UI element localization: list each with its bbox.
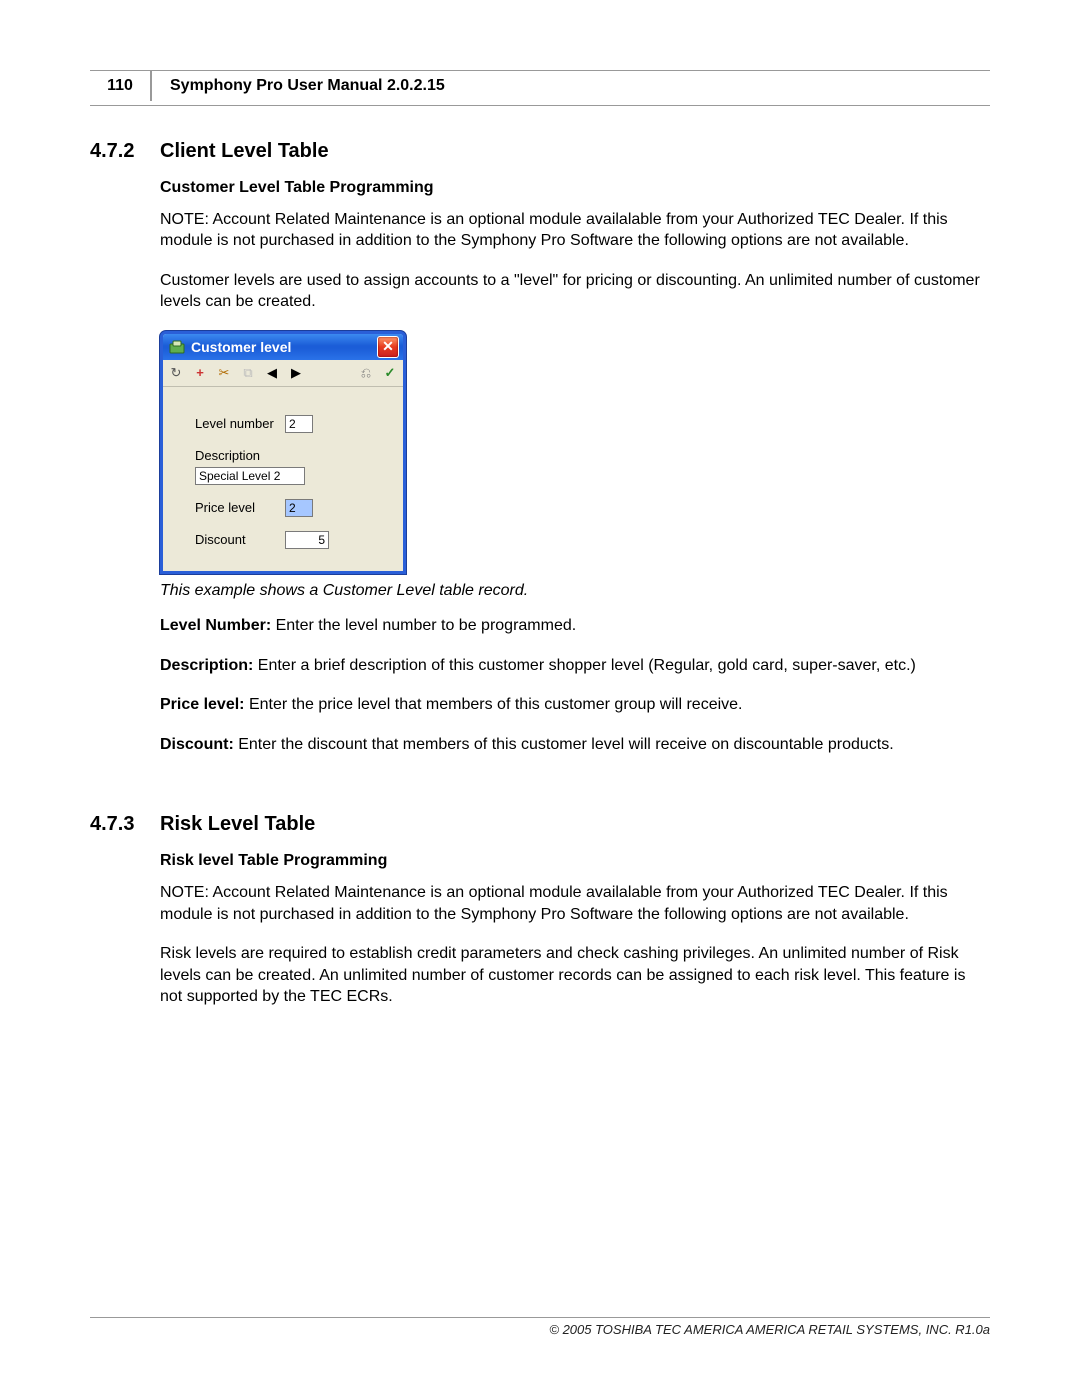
def-price-level: Price level: Enter the price level that … <box>160 694 990 716</box>
field-level-number: Level number <box>195 415 383 433</box>
prev-icon[interactable]: ◀ <box>263 364 281 382</box>
app-icon <box>169 339 185 355</box>
def-label: Price level: <box>160 696 245 713</box>
input-discount[interactable] <box>285 531 329 549</box>
input-price-level[interactable] <box>285 499 313 517</box>
label-price-level: Price level <box>195 499 285 517</box>
subheading: Customer Level Table Programming <box>160 177 990 199</box>
body-paragraph: Risk levels are required to establish cr… <box>160 943 990 1008</box>
ok-icon[interactable]: ✓ <box>381 364 399 382</box>
next-icon[interactable]: ▶ <box>287 364 305 382</box>
def-description: Description: Enter a brief description o… <box>160 655 990 677</box>
label-description: Description <box>195 447 383 465</box>
figure-caption: This example shows a Customer Level tabl… <box>160 580 990 602</box>
customer-level-dialog: Customer level ✕ ↻ + ✂ ⧉ ◀ ▶ ⎌ ✓ Level n… <box>160 331 406 574</box>
page-footer: © 2005 TOSHIBA TEC AMERICA AMERICA RETAI… <box>90 1317 990 1337</box>
undo-icon[interactable]: ⎌ <box>357 364 375 382</box>
subheading: Risk level Table Programming <box>160 850 990 872</box>
field-price-level: Price level <box>195 499 383 517</box>
body-paragraph: Customer levels are used to assign accou… <box>160 270 990 313</box>
add-icon[interactable]: + <box>191 364 209 382</box>
label-level-number: Level number <box>195 415 285 433</box>
note-paragraph: NOTE: Account Related Maintenance is an … <box>160 882 990 925</box>
dialog-title: Customer level <box>191 338 377 357</box>
def-discount: Discount: Enter the discount that member… <box>160 734 990 756</box>
dialog-body: Level number Description Price level Dis… <box>163 387 403 571</box>
section-472-body: Customer Level Table Programming NOTE: A… <box>160 177 990 755</box>
note-paragraph: NOTE: Account Related Maintenance is an … <box>160 209 990 252</box>
def-label: Level Number: <box>160 617 271 634</box>
section-title: Risk Level Table <box>160 813 315 836</box>
def-text: Enter the price level that members of th… <box>245 696 743 713</box>
refresh-icon[interactable]: ↻ <box>167 364 185 382</box>
field-discount: Discount <box>195 531 383 549</box>
field-description: Description <box>195 447 383 485</box>
section-number: 4.7.3 <box>90 813 160 836</box>
close-button[interactable]: ✕ <box>377 336 399 358</box>
page: 110 Symphony Pro User Manual 2.0.2.15 4.… <box>0 0 1080 1397</box>
document-title: Symphony Pro User Manual 2.0.2.15 <box>152 71 445 101</box>
dialog-toolbar: ↻ + ✂ ⧉ ◀ ▶ ⎌ ✓ <box>163 360 403 387</box>
def-text: Enter a brief description of this custom… <box>253 657 916 674</box>
def-text: Enter the level number to be programmed. <box>271 617 576 634</box>
input-level-number[interactable] <box>285 415 313 433</box>
page-header: 110 Symphony Pro User Manual 2.0.2.15 <box>90 71 990 101</box>
section-heading-473: 4.7.3 Risk Level Table <box>90 813 990 836</box>
def-label: Description: <box>160 657 253 674</box>
header-bottom-rule <box>90 105 990 106</box>
cut-icon[interactable]: ✂ <box>215 364 233 382</box>
input-description[interactable] <box>195 467 305 485</box>
section-title: Client Level Table <box>160 140 329 163</box>
section-number: 4.7.2 <box>90 140 160 163</box>
label-discount: Discount <box>195 531 285 549</box>
def-text: Enter the discount that members of this … <box>234 736 894 753</box>
def-level-number: Level Number: Enter the level number to … <box>160 615 990 637</box>
copy-icon[interactable]: ⧉ <box>239 364 257 382</box>
dialog-titlebar: Customer level ✕ <box>163 334 403 360</box>
def-label: Discount: <box>160 736 234 753</box>
section-heading-472: 4.7.2 Client Level Table <box>90 140 990 163</box>
section-473-body: Risk level Table Programming NOTE: Accou… <box>160 850 990 1008</box>
page-number: 110 <box>90 71 152 101</box>
